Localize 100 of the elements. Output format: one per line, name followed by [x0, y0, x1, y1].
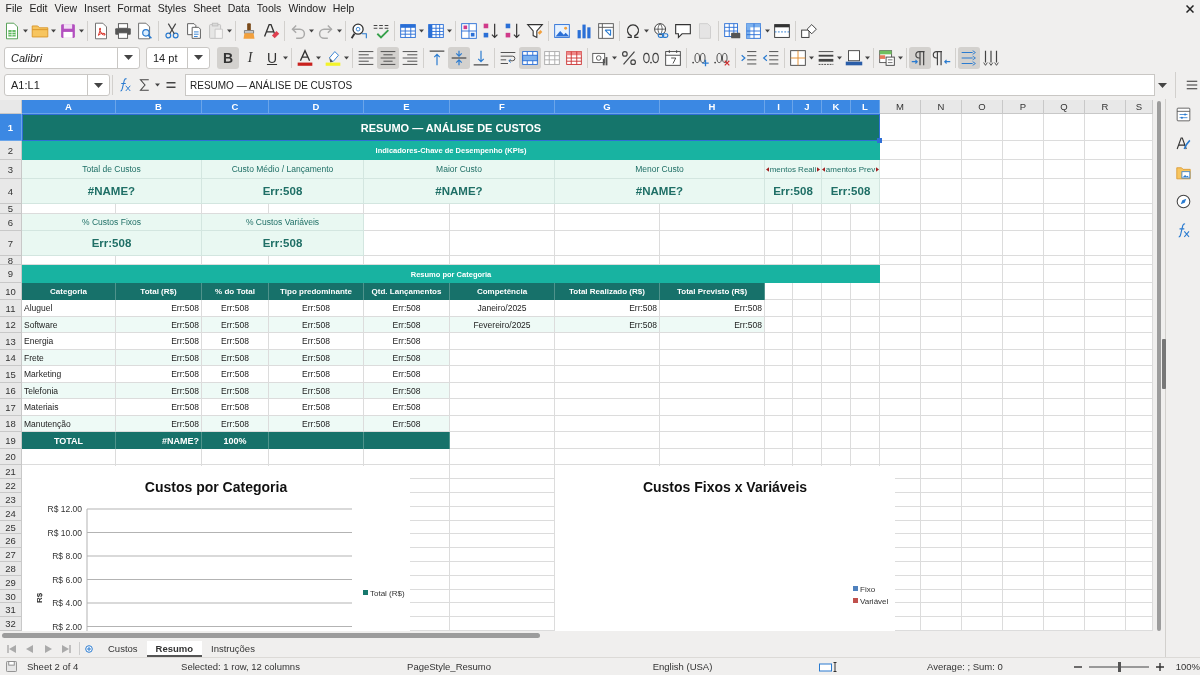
align-middle-icon[interactable] [448, 46, 470, 69]
row-header[interactable]: 23 [0, 493, 22, 507]
align-center-icon[interactable] [377, 46, 399, 69]
caret-icon[interactable] [612, 55, 617, 60]
row-header[interactable]: 14 [0, 350, 22, 366]
row-header[interactable]: 31 [0, 603, 22, 617]
row-header[interactable]: 16 [0, 383, 22, 399]
column-header[interactable]: A [22, 100, 116, 114]
column-header[interactable]: B [116, 100, 202, 114]
row-header[interactable]: 24 [0, 507, 22, 521]
row-header[interactable]: 27 [0, 548, 22, 562]
horizontal-scrollbar[interactable] [2, 633, 540, 638]
row-header[interactable]: 22 [0, 479, 22, 493]
caret-icon[interactable] [124, 55, 133, 60]
column-header[interactable]: N [921, 100, 962, 114]
caret-icon[interactable] [1158, 82, 1167, 88]
column-header[interactable]: G [555, 100, 660, 114]
formula-input[interactable]: RESUMO — ANÁLISE DE CUSTOS [185, 74, 1155, 96]
row-header[interactable]: 10 [0, 283, 22, 300]
text-direction-horizontal-icon[interactable] [958, 46, 980, 69]
column-header[interactable]: P [1003, 100, 1044, 114]
column-header[interactable]: R [1085, 100, 1126, 114]
menu-item[interactable]: File [2, 1, 26, 16]
column-header[interactable]: F [450, 100, 555, 114]
caret-icon[interactable] [344, 55, 349, 60]
row-header[interactable]: 4 [0, 179, 22, 204]
page-style[interactable]: PageStyle_Resumo [407, 661, 491, 672]
sheet-tab[interactable]: Instruções [202, 640, 264, 657]
row-header[interactable]: 9 [0, 265, 22, 283]
underline-button[interactable]: U [261, 46, 283, 69]
row-header[interactable]: 32 [0, 617, 22, 631]
row-header[interactable]: 12 [0, 317, 22, 333]
row-header[interactable]: 21 [0, 465, 22, 479]
column-header[interactable]: I [765, 100, 793, 114]
menu-item[interactable]: Tools [253, 1, 285, 16]
merge-cells-icon[interactable] [519, 46, 541, 69]
caret-icon[interactable] [765, 28, 770, 33]
menu-item[interactable]: Data [224, 1, 254, 16]
row-header[interactable]: 11 [0, 300, 22, 317]
font-name-field[interactable]: Calibri [4, 46, 140, 69]
menu-item[interactable]: Help [329, 1, 358, 16]
caret-icon[interactable] [194, 55, 203, 60]
menu-item[interactable]: Format [113, 1, 155, 16]
close-icon[interactable] [1186, 4, 1194, 13]
bold-button[interactable]: B [217, 46, 239, 69]
caret-icon[interactable] [51, 28, 56, 33]
name-box[interactable]: A1:L1 [4, 74, 110, 96]
sheet-tab[interactable]: Custos [99, 640, 147, 657]
column-header[interactable]: L [851, 100, 880, 114]
menu-item[interactable]: Insert [80, 1, 114, 16]
row-header[interactable]: 17 [0, 399, 22, 416]
caret-icon[interactable] [227, 28, 232, 33]
caret-icon[interactable] [309, 28, 314, 33]
rectangle-cursor-icon[interactable] [819, 661, 840, 672]
row-header[interactable]: 25 [0, 521, 22, 534]
sidebar-handle[interactable] [1162, 339, 1166, 389]
column-header[interactable]: M [880, 100, 921, 114]
caret-icon[interactable] [316, 55, 321, 60]
row-header[interactable]: 13 [0, 333, 22, 350]
plus-icon[interactable] [1155, 662, 1164, 671]
row-header[interactable]: 29 [0, 576, 22, 590]
caret-icon[interactable] [898, 55, 903, 60]
row-header[interactable]: 15 [0, 366, 22, 383]
row-header[interactable]: 18 [0, 416, 22, 432]
caret-icon[interactable] [283, 55, 288, 60]
column-header[interactable]: K [822, 100, 851, 114]
caret-icon[interactable] [23, 28, 28, 33]
row-header[interactable]: 20 [0, 449, 22, 465]
menu-item[interactable]: View [51, 1, 81, 16]
column-header[interactable]: C [202, 100, 269, 114]
row-header[interactable]: 30 [0, 590, 22, 603]
zoom-level[interactable]: 100% [1175, 661, 1200, 672]
language[interactable]: English (USA) [652, 661, 713, 672]
menu-item[interactable]: Sheet [189, 1, 225, 16]
caret-icon[interactable] [155, 83, 160, 87]
row-header[interactable]: 6 [0, 214, 22, 231]
column-header[interactable]: E [364, 100, 450, 114]
caret-icon[interactable] [337, 28, 342, 33]
caret-icon[interactable] [447, 28, 452, 33]
caret-icon[interactable] [809, 55, 814, 60]
row-header[interactable]: 28 [0, 562, 22, 576]
column-header[interactable]: D [269, 100, 364, 114]
caret-icon[interactable] [419, 28, 424, 33]
row-header[interactable]: 2 [0, 141, 22, 160]
font-size-field[interactable]: 14 pt [146, 46, 210, 69]
slider-thumb[interactable] [1117, 661, 1121, 672]
row-header[interactable]: 3 [0, 160, 22, 179]
caret-icon[interactable] [94, 82, 103, 88]
column-header[interactable]: Q [1044, 100, 1085, 114]
caret-icon[interactable] [865, 55, 870, 60]
sheet-tab[interactable]: Resumo [146, 640, 203, 657]
row-header[interactable]: 26 [0, 534, 22, 548]
row-header[interactable]: 7 [0, 231, 22, 256]
caret-icon[interactable] [837, 55, 842, 60]
italic-button[interactable]: I [239, 46, 261, 69]
column-header[interactable]: S [1126, 100, 1153, 114]
column-header[interactable]: J [793, 100, 822, 114]
menu-item[interactable]: Edit [25, 1, 51, 16]
menu-item[interactable]: Styles [154, 1, 190, 16]
caret-icon[interactable] [79, 28, 84, 33]
